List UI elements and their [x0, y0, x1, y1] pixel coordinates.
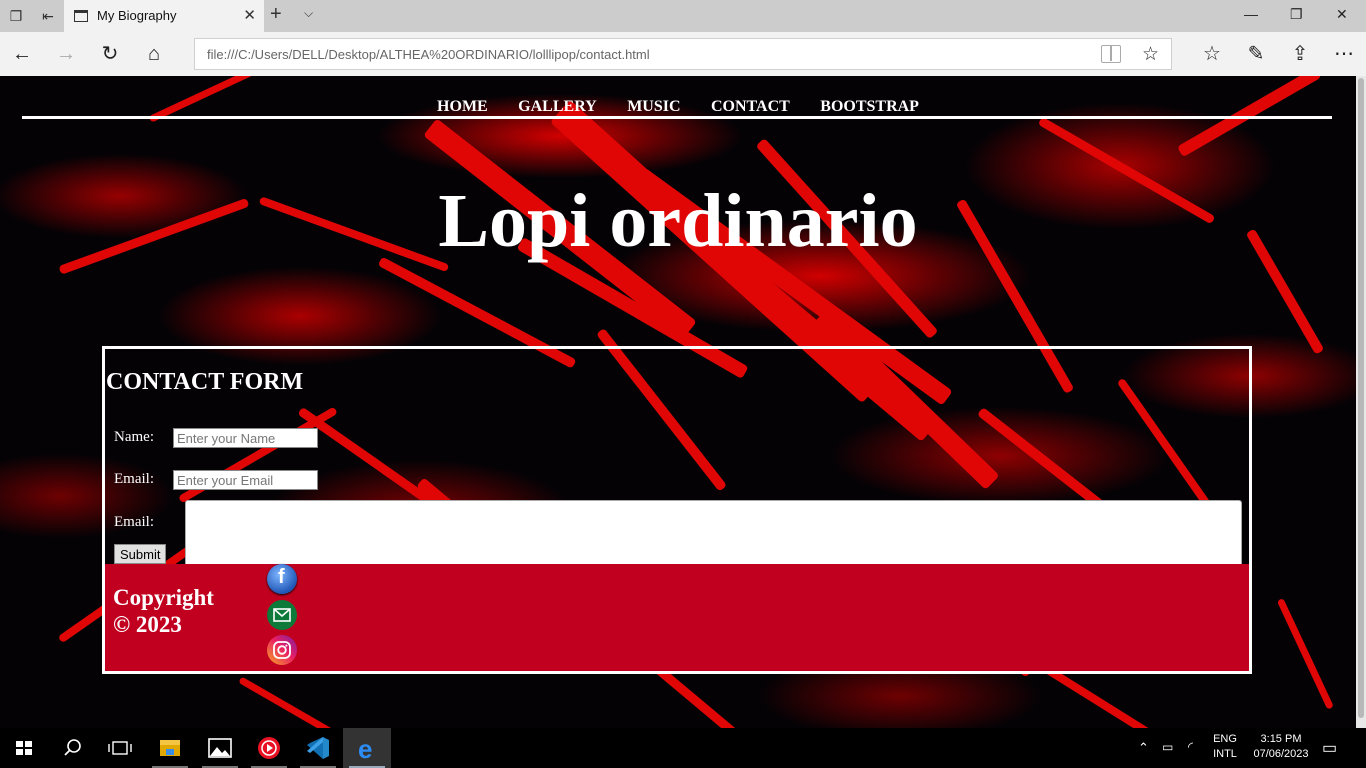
file-explorer-icon[interactable] — [146, 728, 194, 768]
forward-icon[interactable]: → — [54, 42, 78, 66]
clock[interactable]: 3:15 PM 07/06/2023 — [1246, 733, 1316, 760]
home-icon[interactable]: ⌂ — [142, 42, 166, 66]
new-tab-icon[interactable]: + — [270, 3, 282, 26]
vscode-icon[interactable] — [294, 728, 342, 768]
favorite-star-icon[interactable]: ☆ — [1142, 43, 1159, 66]
restore-icon[interactable]: ❐ — [1290, 6, 1303, 23]
chevron-down-icon[interactable]: ⌵ — [304, 6, 313, 21]
clock-time: 3:15 PM — [1260, 733, 1302, 745]
page-viewport: HOME GALLERY MUSIC CONTACT BOOTSTRAP Lop… — [0, 76, 1356, 728]
language-line-2: INTL — [1213, 748, 1237, 760]
nav-home[interactable]: HOME — [437, 98, 488, 115]
submit-button[interactable]: Submit — [114, 544, 167, 564]
search-icon[interactable] — [48, 728, 96, 768]
nav-contact[interactable]: CONTACT — [711, 98, 790, 115]
address-bar[interactable]: file:///C:/Users/DELL/Desktop/ALTHEA%20O… — [194, 38, 1172, 70]
instagram-icon[interactable] — [267, 635, 297, 665]
photos-icon[interactable] — [196, 728, 244, 768]
tabs-aside-icon[interactable]: ❐ — [8, 8, 24, 24]
mail-icon[interactable] — [267, 600, 297, 630]
battery-icon[interactable]: ▭ — [1162, 740, 1173, 754]
nav-bootstrap[interactable]: BOOTSTRAP — [820, 98, 919, 115]
task-view-icon[interactable] — [96, 728, 144, 768]
name-input[interactable] — [173, 428, 318, 448]
start-button[interactable] — [0, 728, 48, 768]
minimize-icon[interactable]: — — [1244, 6, 1258, 22]
address-text: file:///C:/Users/DELL/Desktop/ALTHEA%20O… — [207, 47, 650, 62]
site-title: Lopi ordinario — [438, 179, 918, 263]
media-player-icon[interactable] — [245, 728, 293, 768]
language-indicator[interactable]: ENG INTL — [1210, 733, 1240, 760]
browser-tab[interactable]: My Biography ✕ — [64, 0, 264, 32]
message-label: Email: — [114, 514, 154, 530]
email-input[interactable] — [173, 470, 318, 490]
contact-form-box: CONTACT FORM Name: Email: Email: Copyrig… — [102, 346, 1252, 674]
more-icon[interactable]: ⋯ — [1332, 42, 1356, 66]
copyright-line-2: © 2023 — [113, 612, 182, 637]
page-scrollbar[interactable] — [1356, 76, 1366, 728]
notifications-icon[interactable]: ▭ — [1322, 738, 1337, 758]
close-window-icon[interactable]: ✕ — [1336, 6, 1348, 23]
copyright-line-1: Copyright — [113, 585, 214, 610]
svg-text:e: e — [358, 734, 372, 764]
splatter-streak — [238, 676, 381, 728]
browser-toolbar: ← → ↻ ⌂ file:///C:/Users/DELL/Desktop/AL… — [0, 32, 1366, 76]
site-nav: HOME GALLERY MUSIC CONTACT BOOTSTRAP — [0, 98, 1356, 116]
page-icon — [74, 10, 88, 22]
close-tab-icon[interactable]: ✕ — [243, 6, 256, 24]
form-heading: CONTACT FORM — [106, 369, 304, 395]
footer: Copyright © 2023 f — [105, 564, 1249, 671]
reading-view-icon[interactable] — [1101, 45, 1121, 63]
favorites-icon[interactable]: ☆ — [1200, 42, 1224, 66]
taskbar: e ⌃ ▭ ◜ ENG INTL 3:15 PM 07/06/2023 ▭ — [0, 728, 1366, 768]
nav-divider — [22, 116, 1332, 119]
message-textarea[interactable] — [185, 500, 1242, 573]
scroll-thumb[interactable] — [1358, 78, 1364, 718]
language-line-1: ENG — [1213, 733, 1237, 745]
share-icon[interactable]: ⇪ — [1288, 42, 1312, 66]
splatter-streak — [1276, 598, 1334, 710]
refresh-icon[interactable]: ↻ — [98, 42, 122, 66]
email-label: Email: — [114, 471, 154, 487]
name-label: Name: — [114, 429, 154, 445]
copyright: Copyright © 2023 — [113, 584, 253, 638]
clock-date: 07/06/2023 — [1253, 748, 1309, 760]
show-hidden-icons[interactable]: ⌃ — [1138, 740, 1149, 756]
edge-browser-icon[interactable]: e — [343, 728, 391, 768]
nav-music[interactable]: MUSIC — [627, 98, 680, 115]
tab-title: My Biography — [97, 8, 177, 23]
facebook-icon[interactable]: f — [267, 564, 297, 594]
nav-gallery[interactable]: GALLERY — [518, 98, 597, 115]
pen-icon[interactable]: ✎ — [1244, 42, 1268, 66]
browser-tab-bar: ❐ ⇤ My Biography ✕ + ⌵ — ❐ ✕ — [0, 0, 1366, 32]
tab-preview-icon[interactable]: ⇤ — [40, 8, 56, 24]
back-icon[interactable]: ← — [10, 42, 34, 66]
wifi-icon[interactable]: ◜ — [1188, 739, 1193, 755]
